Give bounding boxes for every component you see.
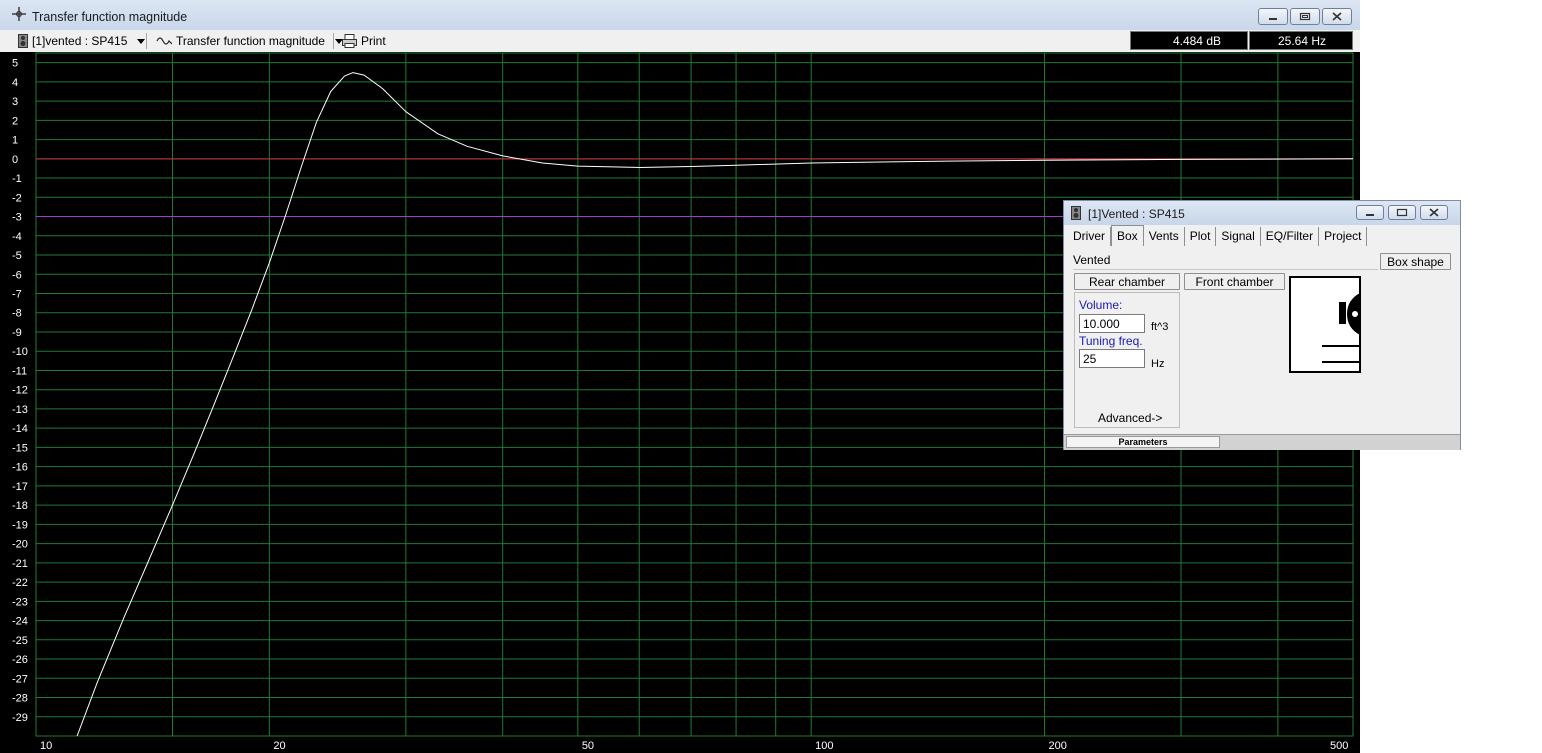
x-tick-label: 500 [1330, 740, 1348, 752]
x-tick-label: 200 [1049, 740, 1067, 752]
y-tick-label: -25 [12, 635, 28, 647]
hz-readout: 25.64 Hz [1249, 31, 1353, 50]
y-tick-label: -6 [12, 269, 22, 281]
y-tick-label: -15 [12, 442, 28, 454]
x-tick-label: 10 [40, 740, 52, 752]
minimize-icon [1269, 17, 1277, 20]
y-tick-label: -13 [12, 404, 28, 416]
y-tick-label: -24 [12, 616, 28, 628]
y-tick-label: -20 [12, 539, 28, 551]
tab-plot[interactable]: Plot [1185, 227, 1217, 246]
x-tick-label: 20 [273, 740, 285, 752]
rear-chamber-panel: Volume: ft^3 Tuning freq. Hz Advanced-> [1074, 292, 1180, 428]
project-select-value: [1]vented : SP415 [32, 34, 128, 48]
restore-icon [1299, 12, 1311, 21]
y-tick-label: -1 [12, 173, 22, 185]
y-tick-label: -29 [12, 712, 28, 724]
vented-box-diagram-icon [1289, 276, 1361, 373]
front-chamber-button[interactable]: Front chamber [1184, 273, 1285, 290]
y-tick-label: -12 [12, 385, 28, 397]
advanced-button[interactable]: Advanced-> [1098, 411, 1162, 425]
y-tick-label: 3 [12, 96, 18, 108]
db-readout: 4.484 dB [1130, 31, 1248, 50]
volume-label: Volume: [1079, 298, 1123, 312]
parameters-tab[interactable]: Parameters [1066, 436, 1220, 448]
x-tick-label: 50 [582, 740, 594, 752]
close-icon [1429, 208, 1439, 217]
y-tick-label: -26 [12, 654, 28, 666]
y-tick-label: 1 [12, 135, 18, 147]
restore-button[interactable] [1290, 8, 1320, 25]
tab-eq-filter[interactable]: EQ/Filter [1261, 227, 1320, 246]
title-bar[interactable]: Transfer function magnitude [0, 0, 1360, 30]
y-tick-label: -27 [12, 673, 28, 685]
y-tick-label: -4 [12, 231, 22, 243]
speaker-icon [1071, 206, 1081, 220]
close-icon [1332, 12, 1342, 21]
print-button[interactable]: Print [342, 32, 386, 50]
minimize-button[interactable] [1258, 8, 1288, 25]
minimize-icon [1366, 213, 1374, 216]
y-tick-label: -23 [12, 596, 28, 608]
tuning-freq-unit: Hz [1151, 358, 1165, 370]
rear-chamber-button[interactable]: Rear chamber [1074, 273, 1180, 290]
dialog-restore-button[interactable] [1388, 205, 1416, 220]
tab-signal[interactable]: Signal [1216, 227, 1261, 246]
y-tick-label: -11 [12, 365, 27, 377]
y-tick-label: -14 [12, 423, 28, 435]
restore-icon [1396, 208, 1408, 217]
plot-select[interactable]: Transfer function magnitude [156, 32, 343, 50]
y-tick-label: 4 [12, 77, 18, 89]
y-tick-label: -5 [12, 250, 22, 262]
y-tick-label: -3 [12, 212, 22, 224]
dialog-title-bar[interactable]: [1]Vented : SP415 [1064, 201, 1460, 225]
tab-project[interactable]: Project [1319, 227, 1368, 246]
y-tick-label: -19 [12, 519, 28, 531]
toolbar-divider [333, 33, 334, 49]
dialog-minimize-button[interactable] [1356, 205, 1384, 220]
dialog-status-bar: Parameters [1064, 434, 1460, 450]
y-tick-label: 2 [12, 115, 18, 127]
toolbar-divider [146, 33, 147, 49]
y-tick-label: -28 [12, 693, 28, 705]
y-tick-label: -16 [12, 462, 28, 474]
y-tick-label: -2 [12, 192, 22, 204]
tab-driver[interactable]: Driver [1068, 227, 1111, 246]
tuning-freq-input[interactable] [1079, 349, 1145, 368]
dialog-tabs: Driver Box Vents Plot Signal EQ/Filter P… [1068, 225, 1368, 247]
tab-box[interactable]: Box [1111, 225, 1144, 246]
dialog-close-button[interactable] [1420, 205, 1448, 220]
dialog-title: [1]Vented : SP415 [1088, 207, 1185, 221]
volume-input[interactable] [1079, 314, 1145, 333]
y-tick-label: 0 [12, 154, 18, 166]
y-tick-label: -10 [12, 346, 28, 358]
print-label: Print [361, 34, 386, 48]
crosshair-icon [12, 7, 26, 21]
chevron-down-icon [137, 38, 146, 44]
y-tick-label: -22 [12, 577, 28, 589]
plot-select-value: Transfer function magnitude [176, 34, 325, 48]
y-tick-label: 5 [12, 58, 18, 70]
box-parameters-dialog: [1]Vented : SP415 Driver Box Vents Plot … [1063, 200, 1461, 450]
volume-unit: ft^3 [1151, 321, 1169, 333]
box-type-label: Vented [1073, 253, 1378, 270]
y-tick-label: -18 [12, 500, 28, 512]
y-tick-label: -17 [12, 481, 28, 493]
printer-icon [342, 34, 357, 48]
y-tick-label: -8 [12, 308, 22, 320]
tuning-freq-label: Tuning freq. [1079, 334, 1143, 348]
waveform-icon [156, 37, 172, 45]
box-shape-button[interactable]: Box shape [1380, 253, 1451, 270]
y-tick-label: -21 [12, 558, 28, 570]
y-tick-label: -7 [12, 288, 22, 300]
close-button[interactable] [1322, 8, 1352, 25]
project-select[interactable]: [1]vented : SP415 [18, 32, 146, 50]
speaker-icon [18, 34, 28, 48]
x-tick-label: 100 [815, 740, 833, 752]
window-title: Transfer function magnitude [32, 10, 188, 24]
tab-vents[interactable]: Vents [1144, 227, 1185, 246]
y-tick-label: -9 [12, 327, 22, 339]
